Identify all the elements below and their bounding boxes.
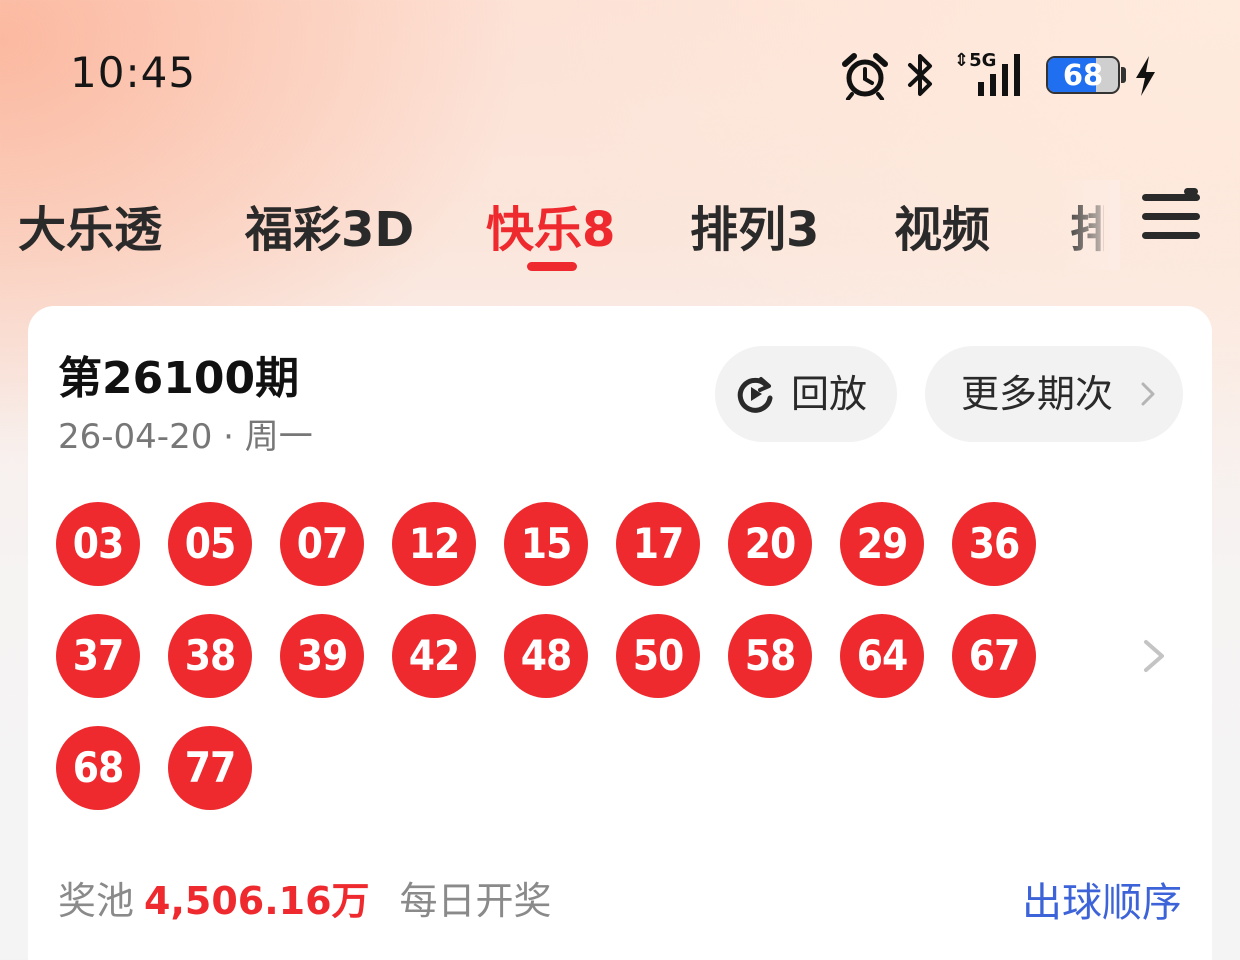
- period-title: 第26100期: [58, 353, 300, 404]
- active-tab-indicator: [527, 262, 577, 271]
- chevron-right-icon: [1141, 382, 1155, 406]
- number-ball: 05: [168, 502, 252, 586]
- battery-level: 68: [1062, 58, 1104, 92]
- number-ball: 58: [728, 614, 812, 698]
- bluetooth-icon: [908, 54, 932, 96]
- tab-fade: [1060, 180, 1120, 270]
- winning-numbers: 03 05 07 12 15 17 20 29 36 37 38 39 42 48 50 58 64 67 68 77: [56, 502, 1066, 822]
- replay-icon: [737, 377, 773, 413]
- replay-label: 回放: [791, 372, 868, 416]
- number-ball: 42: [392, 614, 476, 698]
- draw-result-card: 第26100期 26-04-20 · 周一 回放 更多期次 03 05 07 12 15…: [28, 306, 1212, 960]
- number-ball: 36: [952, 502, 1036, 586]
- number-ball: 48: [504, 614, 588, 698]
- number-ball: 29: [840, 502, 924, 586]
- replay-button[interactable]: 回放: [715, 346, 897, 442]
- more-periods-button[interactable]: 更多期次: [925, 346, 1183, 442]
- pool-label: 奖池: [58, 879, 135, 923]
- tab-pailie3[interactable]: 排列3: [690, 190, 819, 260]
- tab-daletou[interactable]: 大乐透: [18, 190, 162, 260]
- number-ball: 68: [56, 726, 140, 810]
- menu-icon[interactable]: [1140, 188, 1202, 244]
- charging-icon: [1136, 56, 1155, 96]
- pool-info: 奖池 4,506.16万 每日开奖: [58, 870, 552, 925]
- more-periods-label: 更多期次: [961, 372, 1114, 416]
- pool-amount: 4,506.16万: [144, 879, 370, 923]
- number-ball: 67: [952, 614, 1036, 698]
- number-ball: 39: [280, 614, 364, 698]
- number-ball: 20: [728, 502, 812, 586]
- number-ball: 64: [840, 614, 924, 698]
- tab-kuaile8[interactable]: 快乐8: [486, 190, 615, 260]
- draw-order-link[interactable]: 出球顺序: [1022, 870, 1182, 928]
- status-bar: 10:45 ⇕5G 68: [0, 0, 1240, 150]
- number-ball: 17: [616, 502, 700, 586]
- lottery-tab-bar: 大乐透 福彩3D 快乐8 排列3 视频 排: [0, 180, 1240, 280]
- number-ball: 03: [56, 502, 140, 586]
- draw-frequency: 每日开奖: [399, 879, 552, 923]
- number-ball: 15: [504, 502, 588, 586]
- number-ball: 50: [616, 614, 700, 698]
- battery-icon: 68: [1046, 56, 1120, 94]
- number-ball: 38: [168, 614, 252, 698]
- number-ball: 07: [280, 502, 364, 586]
- battery-tip: [1121, 67, 1126, 83]
- number-ball: 12: [392, 502, 476, 586]
- signal-icon: [978, 54, 1020, 96]
- tab-video[interactable]: 视频: [894, 190, 990, 260]
- number-ball: 37: [56, 614, 140, 698]
- alarm-icon: [842, 53, 888, 100]
- status-time: 10:45: [70, 48, 197, 97]
- tab-fucai3d[interactable]: 福彩3D: [245, 190, 414, 260]
- period-date: 26-04-20 · 周一: [58, 417, 313, 457]
- number-ball: 77: [168, 726, 252, 810]
- chevron-right-icon[interactable]: [1142, 638, 1166, 674]
